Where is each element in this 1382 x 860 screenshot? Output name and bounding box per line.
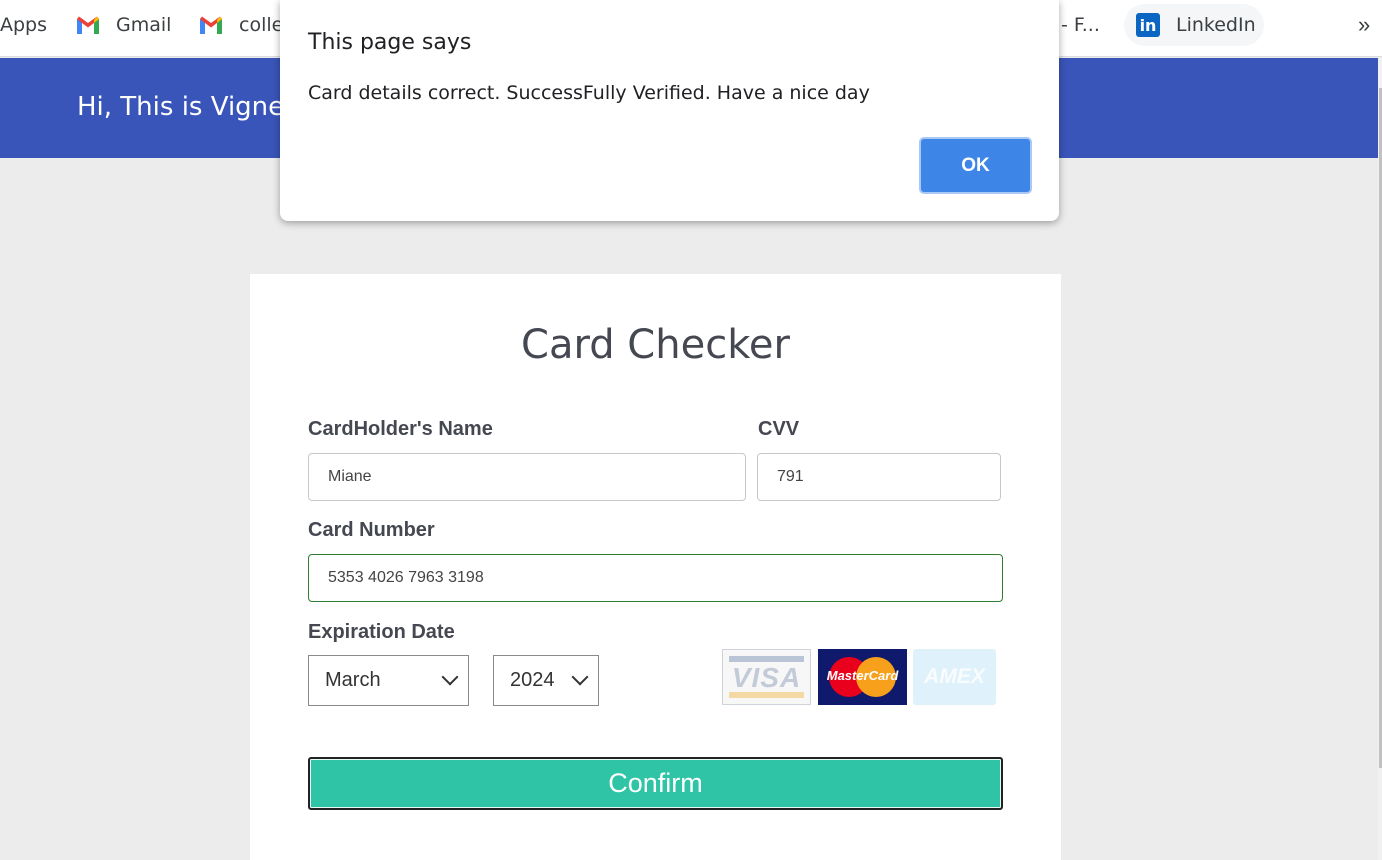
confirm-button[interactable]: Confirm xyxy=(308,757,1003,810)
bookmark-f[interactable]: - F... xyxy=(1061,12,1100,38)
bookmark-label: - F... xyxy=(1061,14,1100,36)
bookmark-colle[interactable]: colle xyxy=(199,12,283,38)
bookmark-label: Apps xyxy=(0,14,48,36)
mastercard-logo: MasterCard xyxy=(818,649,907,705)
gmail-icon xyxy=(199,15,223,35)
visa-logo-text: VISA xyxy=(731,662,802,693)
chevron-down-icon xyxy=(441,668,459,686)
ok-button[interactable]: OK xyxy=(919,137,1032,194)
year-select-value: 2024 xyxy=(510,669,555,691)
linkedin-icon: in xyxy=(1136,13,1160,37)
cardholder-name-label: CardHolder's Name xyxy=(308,418,493,440)
year-select[interactable]: 2024 xyxy=(493,655,599,706)
visa-bottom-stripe xyxy=(729,692,804,698)
visa-logo: VISA xyxy=(722,649,811,705)
month-select[interactable]: March xyxy=(308,655,469,706)
expiration-date-label: Expiration Date xyxy=(308,621,455,643)
card-number-label: Card Number xyxy=(308,519,435,541)
amex-logo-text: AMEX xyxy=(924,665,985,688)
bookmark-linkedin[interactable]: in LinkedIn xyxy=(1136,12,1256,38)
card-number-input[interactable]: 5353 4026 7963 3198 xyxy=(308,554,1003,602)
cvv-input[interactable]: 791 xyxy=(757,453,1001,501)
bookmark-label: LinkedIn xyxy=(1176,14,1256,36)
page-title: Card Checker xyxy=(521,322,790,368)
dialog-message: Card details correct. SuccessFully Verif… xyxy=(308,82,870,104)
bookmark-gmail[interactable]: Gmail xyxy=(76,12,171,38)
bookmarks-overflow-icon[interactable]: » xyxy=(1358,12,1370,38)
gmail-icon xyxy=(76,15,100,35)
mastercard-logo-text: MasterCard xyxy=(826,668,899,683)
greeting-text: Hi, This is Vignes xyxy=(77,92,298,122)
bookmark-apps[interactable]: Apps xyxy=(0,12,47,38)
cvv-label: CVV xyxy=(758,418,800,440)
dialog-title: This page says xyxy=(308,30,472,55)
alert-dialog: This page says Card details correct. Suc… xyxy=(280,0,1059,221)
bookmark-label: Gmail xyxy=(116,14,172,36)
cardholder-name-input[interactable]: Miane xyxy=(308,453,746,501)
amex-logo: AMEX xyxy=(913,649,996,705)
bookmark-label: colle xyxy=(239,14,284,36)
chevron-down-icon xyxy=(571,668,589,686)
month-select-value: March xyxy=(325,669,381,691)
